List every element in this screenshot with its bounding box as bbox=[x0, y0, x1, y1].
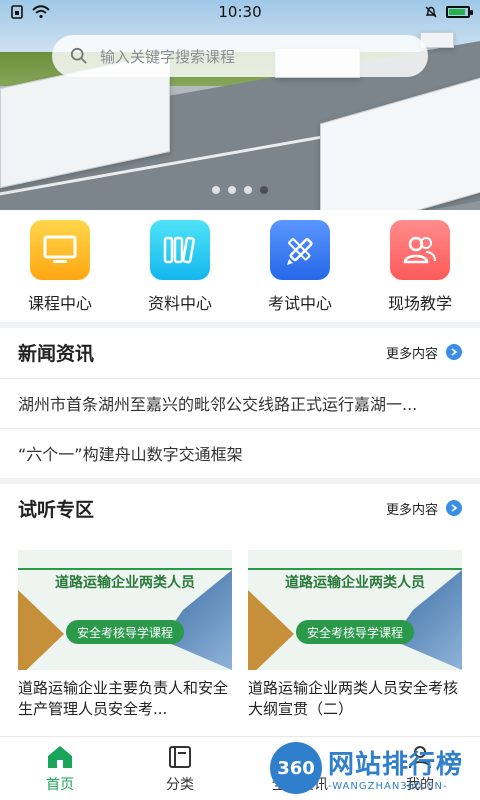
monitor-icon bbox=[30, 220, 90, 280]
wifi-icon bbox=[32, 5, 50, 19]
tab-home[interactable]: 首页 bbox=[0, 737, 120, 800]
banner-carousel[interactable] bbox=[0, 0, 480, 210]
search-bar[interactable]: 输入关键字搜索课程 bbox=[52, 35, 428, 77]
battery-fill bbox=[449, 9, 465, 15]
thumbnail-decor-left bbox=[18, 590, 64, 670]
trial-title: 试听专区 bbox=[18, 498, 95, 521]
people-icon bbox=[390, 220, 450, 280]
watermark-text: 网站排行榜 -WANGZHAN360.CN- bbox=[328, 744, 463, 792]
quick-menu-label: 资料中心 bbox=[147, 294, 212, 313]
quick-menu-docs-center[interactable]: 资料中心 bbox=[130, 220, 230, 314]
quick-menu-course-center[interactable]: 课程中心 bbox=[10, 220, 110, 314]
status-time: 10:30 bbox=[218, 3, 262, 21]
chevron-right-icon bbox=[446, 344, 462, 360]
trial-header: 试听专区 更多内容 bbox=[0, 486, 480, 530]
books-icon bbox=[150, 220, 210, 280]
tab-label: 首页 bbox=[46, 776, 74, 793]
banner-dot[interactable] bbox=[228, 186, 236, 194]
search-icon bbox=[70, 47, 87, 64]
trial-more-link[interactable]: 更多内容 bbox=[386, 499, 462, 518]
tab-category[interactable]: 分类 bbox=[120, 737, 240, 800]
quick-menu-onsite-teaching[interactable]: 现场教学 bbox=[370, 220, 470, 314]
watermark-en: -WANGZHAN360.CN- bbox=[328, 781, 448, 792]
thumbnail-pill: 安全考核导学课程 bbox=[66, 620, 184, 644]
section-divider bbox=[0, 322, 480, 328]
news-list-item[interactable]: 湖州市首条湖州至嘉兴的毗邻公交线路正式运行嘉湖一... bbox=[0, 378, 480, 426]
course-title: 道路运输企业主要负责人和安全生产管理人员安全考... bbox=[18, 679, 229, 718]
watermark-cn: 网站排行榜 bbox=[328, 750, 464, 780]
course-title: 道路运输企业两类人员安全考核大纲宣贯（二） bbox=[248, 679, 459, 718]
thumbnail-pill: 安全考核导学课程 bbox=[296, 620, 414, 644]
news-list-item[interactable]: “六个一”构建舟山数字交通框架 bbox=[0, 428, 480, 476]
thumbnail-title: 道路运输企业两类人员 bbox=[285, 575, 425, 591]
course-thumbnail: 道路运输企业两类人员 安全考核导学课程 bbox=[248, 550, 462, 670]
thumbnail-accent-line bbox=[248, 568, 462, 570]
quick-menu-label: 现场教学 bbox=[387, 294, 452, 313]
watermark-logo: 360 网站排行榜 -WANGZHAN360.CN- bbox=[270, 738, 480, 798]
more-label: 更多内容 bbox=[385, 502, 438, 518]
news-header: 新闻资讯 更多内容 bbox=[0, 330, 480, 374]
banner-pagination[interactable] bbox=[0, 186, 480, 194]
watermark-badge: 360 bbox=[270, 742, 322, 794]
banner-dot-active[interactable] bbox=[260, 186, 268, 194]
section-divider bbox=[0, 478, 480, 484]
quick-menu: 课程中心 资料中心 考试中心 现场教学 bbox=[0, 212, 480, 322]
news-more-link[interactable]: 更多内容 bbox=[386, 343, 462, 362]
thumbnail-title: 道路运输企业两类人员 bbox=[55, 575, 195, 591]
trial-course-card[interactable]: 道路运输企业两类人员 安全考核导学课程 道路运输企业两类人员安全考核大纲宣贯（二… bbox=[248, 550, 462, 720]
search-placeholder[interactable]: 输入关键字搜索课程 bbox=[100, 46, 235, 67]
status-right bbox=[424, 5, 473, 19]
quick-menu-label: 考试中心 bbox=[267, 294, 332, 313]
home-icon bbox=[48, 745, 72, 768]
status-bar: 10:30 bbox=[0, 0, 480, 24]
bell-off-icon bbox=[425, 6, 437, 18]
sim-icon bbox=[11, 5, 23, 19]
news-title: 新闻资讯 bbox=[18, 342, 95, 365]
thumbnail-decor-left bbox=[248, 590, 294, 670]
banner-dot[interactable] bbox=[244, 186, 252, 194]
quick-menu-exam-center[interactable]: 考试中心 bbox=[250, 220, 350, 314]
book-icon bbox=[169, 745, 191, 768]
chevron-right-icon bbox=[446, 500, 462, 516]
pencil-ruler-icon bbox=[270, 220, 330, 280]
more-label: 更多内容 bbox=[385, 346, 438, 362]
course-thumbnail: 道路运输企业两类人员 安全考核导学课程 bbox=[18, 550, 232, 670]
tab-label: 分类 bbox=[166, 776, 194, 793]
thumbnail-accent-line bbox=[18, 568, 232, 570]
trial-course-card[interactable]: 道路运输企业两类人员 安全考核导学课程 道路运输企业主要负责人和安全生产管理人员… bbox=[18, 550, 232, 720]
banner-dot[interactable] bbox=[212, 186, 220, 194]
quick-menu-label: 课程中心 bbox=[27, 294, 92, 313]
status-left bbox=[10, 5, 50, 19]
battery-icon bbox=[446, 6, 473, 18]
